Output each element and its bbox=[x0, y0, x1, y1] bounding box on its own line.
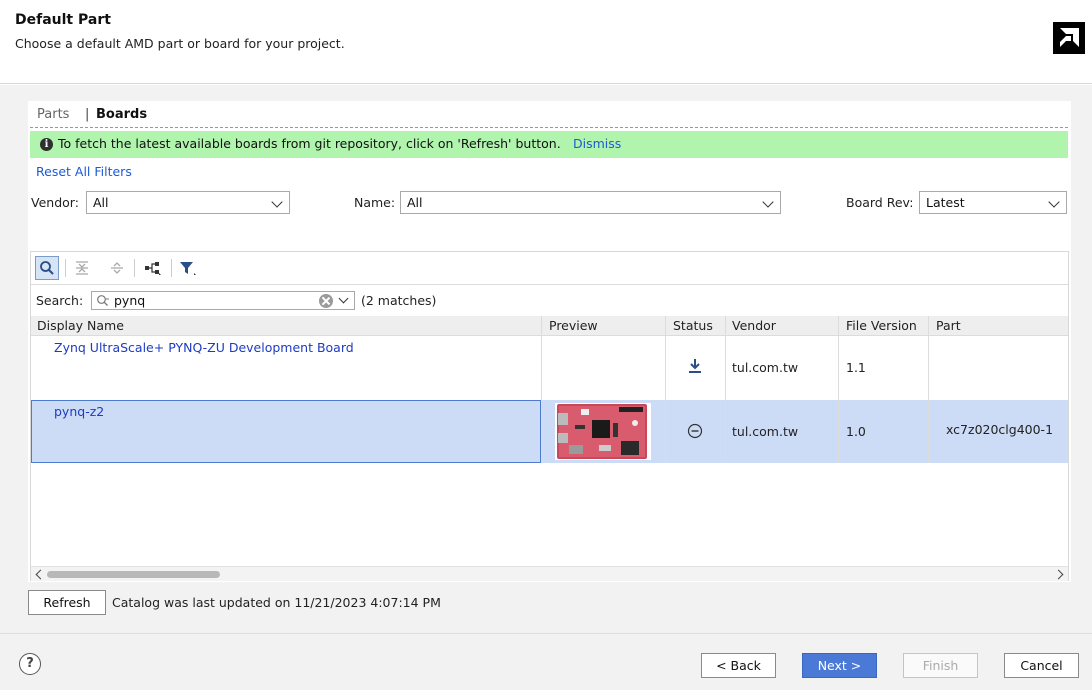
collapse-all-button[interactable] bbox=[70, 256, 94, 280]
chevron-down-icon bbox=[1048, 196, 1060, 208]
name-select[interactable]: All bbox=[400, 191, 781, 214]
horizontal-scrollbar[interactable] bbox=[31, 566, 1068, 581]
chevron-down-icon[interactable] bbox=[338, 293, 349, 304]
catalog-updated-text: Catalog was last updated on 11/21/2023 4… bbox=[112, 595, 441, 610]
board-display-name[interactable]: pynq-z2 bbox=[54, 404, 104, 419]
search-field[interactable] bbox=[91, 291, 355, 310]
board-part: xc7z020clg400-1 bbox=[946, 422, 1054, 437]
back-button[interactable]: < Back bbox=[701, 653, 776, 678]
search-input[interactable] bbox=[114, 293, 304, 308]
board-vendor: tul.com.tw bbox=[732, 424, 799, 439]
collapse-all-icon bbox=[76, 261, 88, 275]
search-icon bbox=[97, 295, 109, 306]
refresh-button[interactable]: Refresh bbox=[28, 590, 106, 615]
board-vendor: tul.com.tw bbox=[732, 360, 799, 375]
dialog-subtitle: Choose a default AMD part or board for y… bbox=[15, 36, 345, 51]
column-divider bbox=[665, 316, 666, 463]
column-header-vendor[interactable]: Vendor bbox=[732, 318, 776, 333]
tab-separator: | bbox=[85, 107, 90, 122]
scroll-right-icon[interactable] bbox=[1053, 569, 1064, 580]
board-rev-select[interactable]: Latest bbox=[919, 191, 1067, 214]
dismiss-link[interactable]: Dismiss bbox=[573, 136, 621, 151]
scrollbar-thumb[interactable] bbox=[47, 571, 220, 578]
board-preview-image bbox=[555, 403, 651, 460]
column-header-display-name[interactable]: Display Name bbox=[37, 318, 124, 333]
expand-all-icon bbox=[111, 262, 123, 274]
table-header: Display Name Preview Status Vendor File … bbox=[31, 316, 1068, 336]
column-divider bbox=[838, 316, 839, 463]
table-toolbar bbox=[31, 252, 1068, 285]
toolbar-separator bbox=[65, 259, 66, 277]
toolbar-separator bbox=[171, 259, 172, 277]
minus-circle-icon bbox=[687, 423, 703, 442]
tab-divider bbox=[30, 127, 1068, 128]
tab-parts[interactable]: Parts bbox=[37, 107, 69, 122]
selection-outline bbox=[31, 400, 541, 463]
hierarchy-icon bbox=[145, 262, 161, 275]
search-label: Search: bbox=[36, 293, 84, 308]
info-icon: i bbox=[40, 138, 53, 151]
column-header-file-version[interactable]: File Version bbox=[846, 318, 917, 333]
name-label: Name: bbox=[354, 195, 396, 210]
column-divider bbox=[928, 316, 929, 463]
column-header-status[interactable]: Status bbox=[673, 318, 713, 333]
chevron-down-icon bbox=[271, 196, 283, 208]
board-file-version: 1.1 bbox=[846, 360, 866, 375]
table-row-selected[interactable]: pynq-z2 tul.com.tw 1.0 xc7z020clg400-1 bbox=[31, 400, 1068, 463]
filter-icon bbox=[180, 262, 196, 275]
tab-boards[interactable]: Boards bbox=[96, 107, 147, 122]
name-select-value: All bbox=[407, 195, 423, 210]
dialog-title: Default Part bbox=[15, 12, 111, 28]
board-rev-select-value: Latest bbox=[926, 195, 965, 210]
expand-all-button[interactable] bbox=[105, 256, 129, 280]
help-button[interactable]: ? bbox=[19, 653, 41, 675]
filter-button[interactable] bbox=[176, 256, 200, 280]
finish-button[interactable]: Finish bbox=[903, 653, 978, 678]
dialog-header: Default Part Choose a default AMD part o… bbox=[0, 0, 1092, 84]
column-divider bbox=[725, 316, 726, 463]
amd-logo-icon bbox=[1053, 22, 1085, 54]
vendor-select-value: All bbox=[93, 195, 109, 210]
info-banner: i To fetch the latest available boards f… bbox=[30, 131, 1068, 158]
cancel-button[interactable]: Cancel bbox=[1004, 653, 1079, 678]
column-divider bbox=[541, 316, 542, 463]
reset-filters-link[interactable]: Reset All Filters bbox=[36, 164, 132, 179]
board-display-name[interactable]: Zynq UltraScale+ PYNQ-ZU Development Boa… bbox=[54, 340, 354, 355]
column-header-preview[interactable]: Preview bbox=[549, 318, 598, 333]
board-file-version: 1.0 bbox=[846, 424, 866, 439]
vendor-label: Vendor: bbox=[31, 195, 79, 210]
scroll-left-icon[interactable] bbox=[35, 569, 46, 580]
table-row[interactable]: Zynq UltraScale+ PYNQ-ZU Development Boa… bbox=[31, 336, 1068, 400]
clear-search-icon[interactable] bbox=[319, 294, 333, 308]
vendor-select[interactable]: All bbox=[86, 191, 290, 214]
search-toggle-button[interactable] bbox=[35, 256, 59, 280]
board-rev-label: Board Rev: bbox=[846, 195, 914, 210]
banner-message: To fetch the latest available boards fro… bbox=[58, 136, 561, 151]
next-button[interactable]: Next > bbox=[802, 653, 877, 678]
column-header-part[interactable]: Part bbox=[936, 318, 961, 333]
match-count: (2 matches) bbox=[361, 293, 437, 308]
download-icon[interactable] bbox=[687, 358, 703, 377]
hierarchy-button[interactable] bbox=[141, 256, 165, 280]
search-icon bbox=[40, 261, 54, 275]
chevron-down-icon bbox=[762, 196, 774, 208]
toolbar-separator bbox=[134, 259, 135, 277]
